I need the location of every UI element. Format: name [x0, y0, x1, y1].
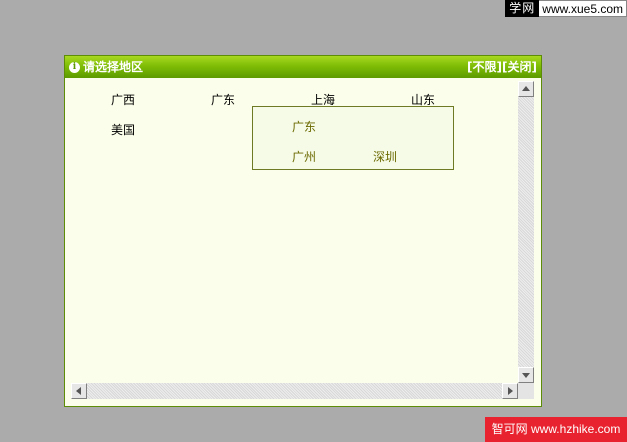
arrow-left-icon — [76, 387, 81, 395]
popup-province-label[interactable]: 广东 — [292, 118, 316, 135]
watermark-url: www.xue5.com — [539, 0, 627, 17]
close-button[interactable]: [关闭] — [502, 60, 537, 74]
watermark-bottom: 智可网 www.hzhike.com — [485, 417, 627, 442]
title-actions: [不限][关闭] — [467, 56, 537, 78]
region-item-guangdong[interactable]: 广东 — [211, 91, 235, 108]
scrollbar-corner — [518, 383, 534, 399]
dialog-titlebar: i 请选择地区 [不限][关闭] — [65, 56, 541, 78]
unlimited-button[interactable]: [不限] — [467, 60, 502, 74]
watermark-site-name: 学网 — [505, 0, 540, 17]
info-icon: i — [69, 62, 80, 73]
watermark-top: 学网 www.xue5.com — [505, 0, 627, 17]
city-item-guangzhou[interactable]: 广州 — [292, 148, 316, 165]
vertical-scrollbar[interactable] — [518, 81, 534, 383]
arrow-down-icon — [522, 373, 530, 378]
region-item-guangxi[interactable]: 广西 — [111, 91, 135, 108]
arrow-up-icon — [522, 86, 530, 91]
scroll-left-button[interactable] — [71, 383, 87, 399]
scroll-down-button[interactable] — [518, 367, 534, 383]
scroll-right-button[interactable] — [502, 383, 518, 399]
city-popup: 广东 广州 深圳 — [252, 106, 454, 170]
city-item-shenzhen[interactable]: 深圳 — [373, 148, 397, 165]
horizontal-scrollbar[interactable] — [71, 383, 518, 399]
dialog-title: 请选择地区 — [83, 60, 144, 74]
region-item-usa[interactable]: 美国 — [111, 121, 135, 138]
scroll-up-button[interactable] — [518, 81, 534, 97]
arrow-right-icon — [508, 387, 513, 395]
